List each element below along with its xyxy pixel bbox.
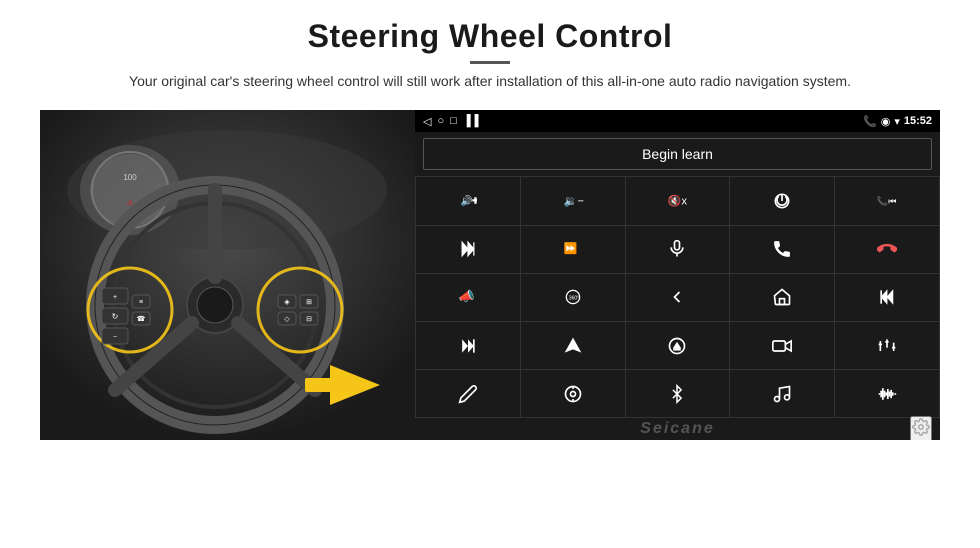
svg-text:⊟: ⊟: [306, 316, 312, 323]
seicane-watermark: Seicane: [640, 420, 714, 438]
location-icon: ◉: [881, 115, 891, 128]
navigation-button[interactable]: [521, 322, 625, 369]
eq-button[interactable]: [835, 322, 939, 369]
wifi-icon: ▾: [894, 115, 900, 128]
steering-wheel-image: 100 ⚠ + ↻: [40, 110, 415, 440]
svg-text:100: 100: [123, 173, 137, 182]
svg-text:+: +: [113, 294, 117, 301]
page-title: Steering Wheel Control: [129, 18, 851, 55]
page-container: Steering Wheel Control Your original car…: [0, 0, 980, 548]
settings-button[interactable]: [910, 416, 932, 441]
vol-down-button[interactable]: 🔉−: [521, 177, 625, 224]
back-button[interactable]: [626, 274, 730, 321]
waveform-button[interactable]: [835, 370, 939, 417]
svg-text:⊞: ⊞: [306, 299, 312, 306]
svg-text:◈: ◈: [284, 299, 290, 306]
status-right: 📞 ◉ ▾ 15:52: [863, 115, 932, 128]
svg-text:🔉−: 🔉−: [564, 196, 584, 208]
content-area: 100 ⚠ + ↻: [40, 110, 940, 440]
title-section: Steering Wheel Control Your original car…: [129, 18, 851, 104]
svg-text:☎: ☎: [137, 315, 146, 323]
android-panel: ◁ ○ □ ▐▐ 📞 ◉ ▾ 15:52 Begin learn: [415, 110, 940, 440]
time-display: 15:52: [904, 115, 932, 127]
camera-button[interactable]: [730, 322, 834, 369]
home-circle-icon: ○: [437, 115, 444, 127]
svg-text:🔇x: 🔇x: [668, 195, 688, 208]
fast-fwd-button[interactable]: [416, 322, 520, 369]
eject-button[interactable]: [626, 322, 730, 369]
back-icon: ◁: [423, 115, 431, 128]
phone-button[interactable]: [730, 226, 834, 273]
mic-button[interactable]: [626, 226, 730, 273]
horn-button[interactable]: 📣: [416, 274, 520, 321]
svg-text:📞⏮: 📞⏮: [877, 195, 897, 207]
begin-learn-row: Begin learn: [415, 132, 940, 176]
status-left: ◁ ○ □ ▐▐: [423, 115, 478, 128]
svg-text:360°: 360°: [569, 296, 579, 302]
seek-fwd-button[interactable]: ⏩: [521, 226, 625, 273]
vol-mute-button[interactable]: 🔇x: [626, 177, 730, 224]
svg-text:🔊+: 🔊+: [460, 194, 477, 207]
pen-button[interactable]: [416, 370, 520, 417]
signal-icon: ▐▐: [463, 115, 479, 127]
svg-text:↻: ↻: [112, 312, 119, 321]
360-button[interactable]: 360°: [521, 274, 625, 321]
status-bar: ◁ ○ □ ▐▐ 📞 ◉ ▾ 15:52: [415, 110, 940, 132]
recent-icon: □: [450, 115, 457, 127]
phone-icon: 📞: [863, 115, 877, 128]
power-button[interactable]: [730, 177, 834, 224]
begin-learn-button[interactable]: Begin learn: [423, 138, 932, 170]
next-track-button[interactable]: [416, 226, 520, 273]
page-subtitle: Your original car's steering wheel contr…: [129, 70, 851, 92]
svg-text:◇: ◇: [284, 316, 290, 323]
skip-back-button[interactable]: [835, 274, 939, 321]
vol-up-button[interactable]: 🔊+: [416, 177, 520, 224]
bottom-bar: Seicane: [415, 418, 940, 440]
svg-text:≡: ≡: [139, 299, 143, 306]
controls-grid: 🔊+ 🔉− 🔇x 📞⏮: [415, 176, 940, 418]
svg-text:−: −: [113, 334, 117, 341]
phone-prev-button[interactable]: 📞⏮: [835, 177, 939, 224]
svg-text:⚠: ⚠: [127, 199, 133, 207]
svg-text:⏩: ⏩: [564, 242, 578, 255]
bluetooth-button[interactable]: [626, 370, 730, 417]
title-divider: [470, 61, 510, 64]
music-button[interactable]: [730, 370, 834, 417]
svg-text:📣: 📣: [459, 289, 475, 304]
hang-up-button[interactable]: [835, 226, 939, 273]
dial-button[interactable]: [521, 370, 625, 417]
home-button[interactable]: [730, 274, 834, 321]
